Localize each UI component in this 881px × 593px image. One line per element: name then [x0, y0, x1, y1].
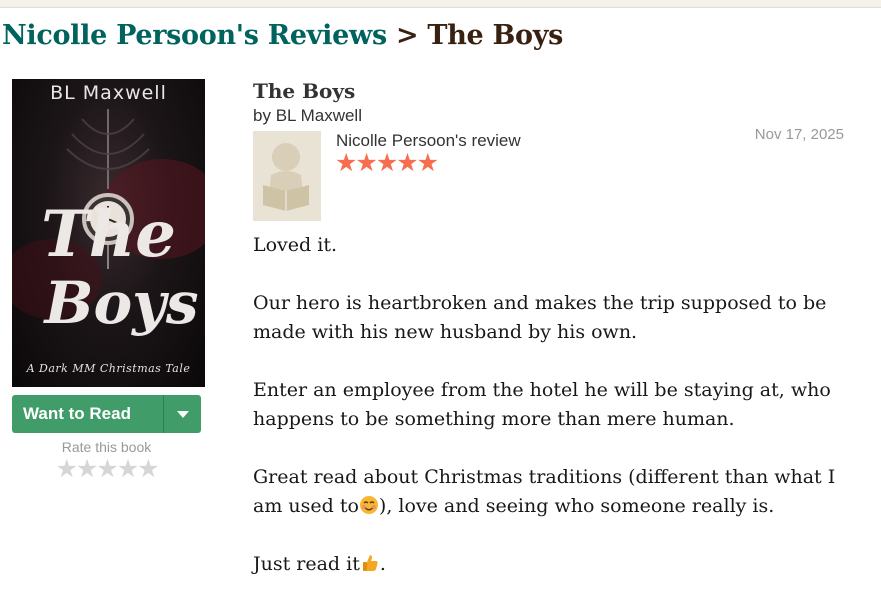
- review-paragraph-4: Great read about Christmas traditions (d…: [253, 463, 853, 521]
- review-text: Loved it. Our hero is heartbroken and ma…: [253, 231, 853, 579]
- review-main: The Boys by BL Maxwell Nicolle Persoon's…: [253, 79, 853, 593]
- review-paragraph-5: Just read it.: [253, 550, 853, 579]
- book-title-link[interactable]: The Boys: [253, 79, 853, 103]
- book-sidebar: BL Maxwell The Boys A Dark MM Christmas …: [12, 79, 205, 482]
- by-label: by: [253, 106, 271, 125]
- rate-star-1[interactable]: ★: [55, 454, 77, 483]
- cover-author: BL Maxwell: [50, 82, 167, 104]
- cover-title-line2: Boys: [44, 269, 199, 337]
- reviewer-avatar[interactable]: [253, 131, 321, 221]
- review-paragraph-5a: Just read it: [253, 553, 360, 575]
- thumbs-up-emoji-icon: [362, 555, 378, 571]
- cover-subtitle: A Dark MM Christmas Tale: [26, 362, 191, 375]
- rate-this-book-label: Rate this book: [61, 439, 152, 455]
- rate-star-2[interactable]: ★: [76, 454, 98, 483]
- page-title: Nicolle Persoon's Reviews > The Boys: [2, 20, 563, 51]
- review-paragraph-4b: ), love and seeing who someone really is…: [378, 495, 775, 517]
- review-paragraph-5b: .: [379, 553, 386, 575]
- review-paragraph-1: Loved it.: [253, 234, 337, 256]
- caret-down-icon: [176, 410, 189, 418]
- book-byline: by BL Maxwell: [253, 106, 853, 126]
- want-to-read-button[interactable]: Want to Read: [12, 395, 201, 433]
- review-header: Nicolle Persoon's review ★★★★★ Nov 17, 2…: [253, 126, 853, 223]
- rate-star-5[interactable]: ★: [137, 454, 159, 483]
- review-date[interactable]: Nov 17, 2025: [755, 126, 844, 143]
- breadcrumb-book-title: The Boys: [427, 20, 564, 51]
- top-nav-strip: [0, 0, 881, 8]
- default-reader-icon: [263, 143, 309, 211]
- book-cover[interactable]: BL Maxwell The Boys A Dark MM Christmas …: [12, 79, 205, 387]
- breadcrumb-separator: >: [395, 20, 419, 51]
- review-paragraph-3: Enter an employee from the hotel he will…: [253, 379, 831, 430]
- rate-star-3[interactable]: ★: [96, 454, 118, 483]
- review-paragraph-2: Our hero is heartbroken and makes the tr…: [253, 292, 827, 343]
- reviewer-rating-stars: ★★★★★: [335, 148, 439, 177]
- shelf-dropdown-button[interactable]: [163, 395, 201, 433]
- reviews-breadcrumb-link[interactable]: Nicolle Persoon's Reviews: [2, 20, 387, 51]
- book-author-link[interactable]: BL Maxwell: [276, 106, 362, 125]
- blushing-face-emoji-icon: [359, 496, 378, 514]
- rate-star-4[interactable]: ★: [117, 454, 139, 483]
- cover-title-line1: The: [41, 197, 176, 272]
- rate-stars[interactable]: ★★★★★: [12, 456, 201, 482]
- want-to-read-label[interactable]: Want to Read: [12, 395, 163, 433]
